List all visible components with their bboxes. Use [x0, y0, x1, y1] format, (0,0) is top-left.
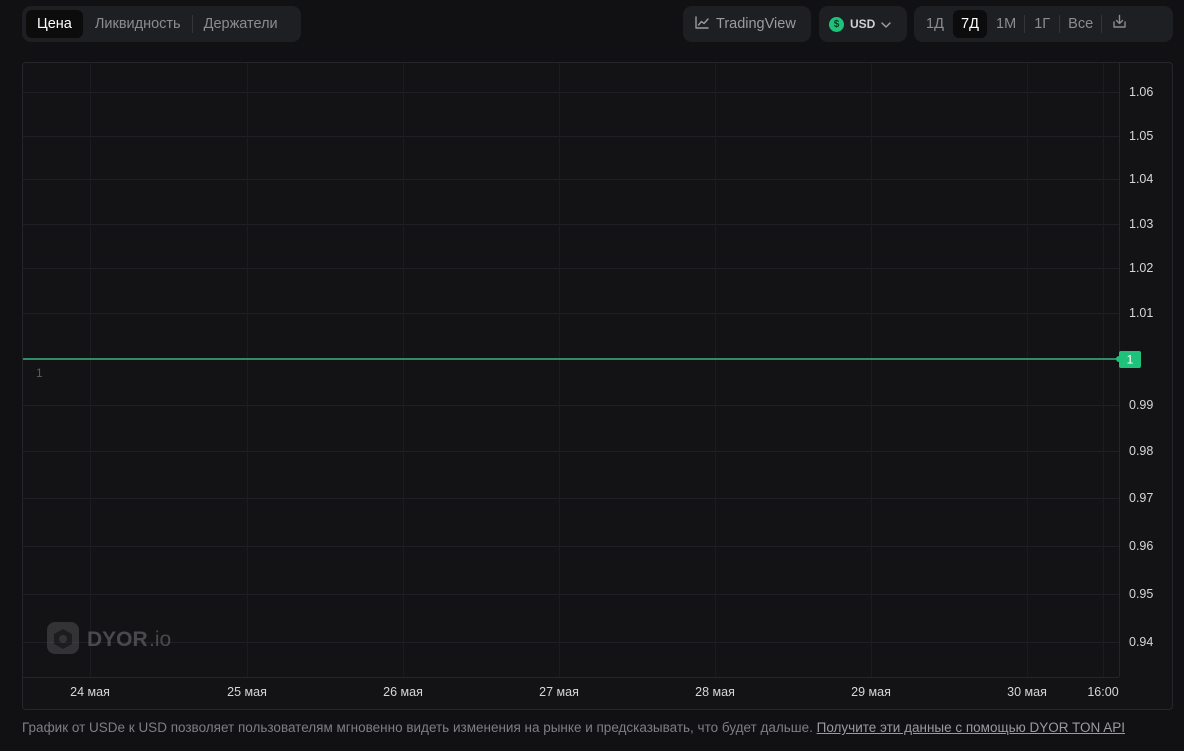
y-tick-label: 1.03	[1129, 217, 1153, 231]
y-tick-label: 0.94	[1129, 635, 1153, 649]
dyor-logo-icon	[59, 635, 67, 643]
download-icon	[1112, 14, 1127, 34]
tab-price[interactable]: Цена	[26, 10, 83, 38]
dollar-coin-icon: $	[829, 16, 844, 32]
dyor-brand-suffix: .io	[149, 628, 171, 651]
x-tick-label: 26 мая	[383, 685, 423, 699]
line-value-label: 1	[36, 366, 43, 380]
x-tick-label: 30 мая	[1007, 685, 1047, 699]
y-tick-label: 0.96	[1129, 539, 1153, 553]
tradingview-button[interactable]: TradingView	[687, 10, 804, 38]
dyor-brand-text: DYOR	[87, 628, 148, 651]
range-all[interactable]: Все	[1060, 10, 1101, 38]
price-chart-svg: 1.06 1.05 1.04 1.03 1.02 1.01 0.99 0.98 0.97 0.96…	[23, 63, 1153, 699]
x-tick-label: 29 мая	[851, 685, 891, 699]
y-tick-label: 1.04	[1129, 172, 1153, 186]
y-tick-label: 1.02	[1129, 261, 1153, 275]
currency-select[interactable]: $ USD	[823, 10, 897, 38]
tab-liquidity[interactable]: Ликвидность	[84, 10, 192, 38]
tab-holders[interactable]: Держатели	[193, 10, 289, 38]
range-selector: 1Д 7Д 1М 1Г Все	[914, 6, 1173, 42]
y-tick-label: 1.05	[1129, 129, 1153, 143]
y-tick-label: 1.06	[1129, 85, 1153, 99]
currency-label: USD	[850, 17, 876, 31]
chevron-down-icon	[881, 17, 892, 31]
x-tick-label: 25 мая	[227, 685, 267, 699]
y-tick-label: 0.98	[1129, 444, 1153, 458]
currency-group: $ USD	[819, 6, 907, 42]
line-chart-icon	[695, 15, 709, 33]
y-tick-label: 1.01	[1129, 306, 1153, 320]
dyor-api-link[interactable]: Получите эти данные с помощью DYOR TON A…	[817, 720, 1125, 735]
footnote-text: График от USDe к USD позволяет пользоват…	[22, 720, 817, 735]
chart-footnote: График от USDe к USD позволяет пользоват…	[22, 720, 1173, 735]
tradingview-label: TradingView	[716, 16, 796, 32]
tradingview-group: TradingView	[683, 6, 811, 42]
y-tick-label: 0.97	[1129, 491, 1153, 505]
last-value-label: 1	[1127, 353, 1134, 367]
x-tick-label: 27 мая	[539, 685, 579, 699]
y-tick-label: 0.99	[1129, 398, 1153, 412]
download-button[interactable]	[1102, 10, 1136, 38]
chart-tabs: Цена Ликвидность Держатели	[22, 6, 301, 42]
dyor-watermark: DYOR .io	[47, 622, 171, 654]
chart-toolbar: Цена Ликвидность Держатели TradingView $…	[22, 6, 1173, 42]
range-7d[interactable]: 7Д	[953, 10, 987, 38]
range-1d[interactable]: 1Д	[918, 10, 952, 38]
range-1y[interactable]: 1Г	[1025, 10, 1059, 38]
y-tick-label: 0.95	[1129, 587, 1153, 601]
x-tick-label: 28 мая	[695, 685, 735, 699]
x-tick-label: 16:00	[1087, 685, 1118, 699]
price-chart[interactable]: 1.06 1.05 1.04 1.03 1.02 1.01 0.99 0.98 0.97 0.96…	[22, 62, 1173, 710]
range-1m[interactable]: 1М	[988, 10, 1024, 38]
x-tick-label: 24 мая	[70, 685, 110, 699]
